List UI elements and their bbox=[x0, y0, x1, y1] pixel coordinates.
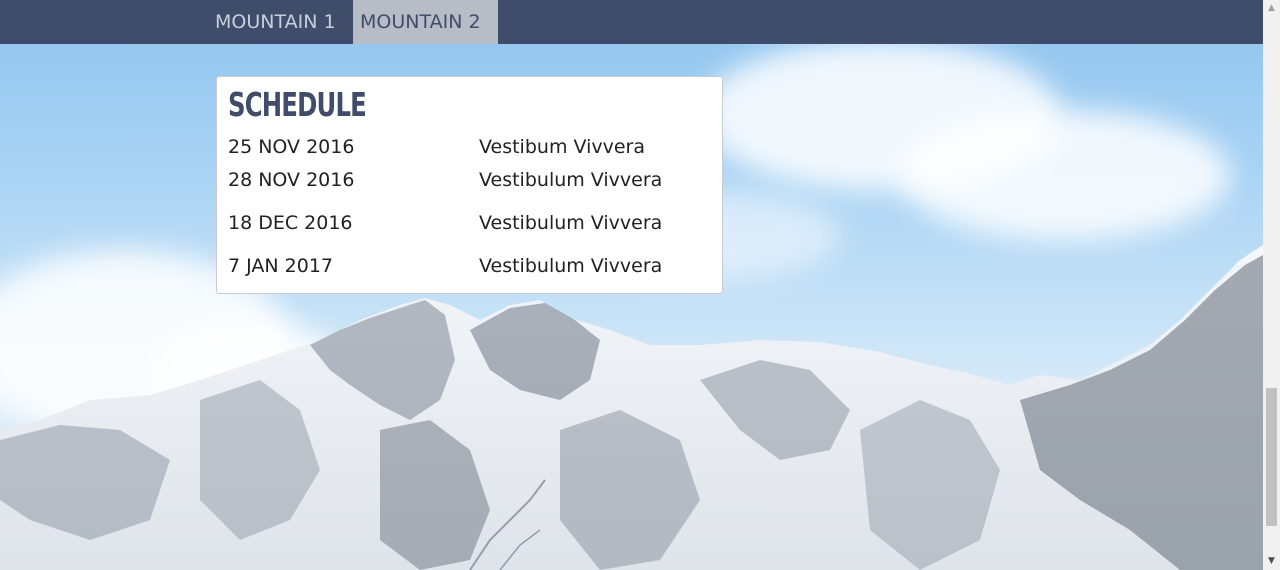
nav-tab-mountain-1[interactable]: MOUNTAIN 1 bbox=[208, 0, 343, 44]
schedule-row-date: 7 JAN 2017 bbox=[228, 255, 334, 277]
schedule-row-date: 25 NOV 2016 bbox=[228, 136, 355, 158]
schedule-title: SCHEDULE bbox=[228, 85, 367, 124]
top-navigation-bar: MOUNTAIN 1 MOUNTAIN 2 bbox=[0, 0, 1263, 44]
schedule-row-date: 18 DEC 2016 bbox=[228, 212, 353, 234]
schedule-row-event: Vestibulum Vivvera bbox=[479, 255, 663, 277]
nav-tab-mountain-2[interactable]: MOUNTAIN 2 bbox=[353, 0, 498, 44]
schedule-card: SCHEDULE 25 NOV 2016 Vestibum Vivvera 28… bbox=[216, 76, 723, 294]
scroll-up-arrow-icon[interactable]: ▲ bbox=[1263, 0, 1280, 17]
schedule-row-date: 28 NOV 2016 bbox=[228, 169, 355, 191]
page: MOUNTAIN 1 MOUNTAIN 2 SCHEDULE 25 NOV 20… bbox=[0, 0, 1280, 570]
scroll-down-arrow-icon[interactable]: ▼ bbox=[1263, 553, 1280, 570]
scrollbar-thumb[interactable] bbox=[1266, 388, 1277, 526]
schedule-row-event: Vestibum Vivvera bbox=[479, 136, 645, 158]
schedule-row-event: Vestibulum Vivvera bbox=[479, 212, 663, 234]
schedule-row-event: Vestibulum Vivvera bbox=[479, 169, 663, 191]
